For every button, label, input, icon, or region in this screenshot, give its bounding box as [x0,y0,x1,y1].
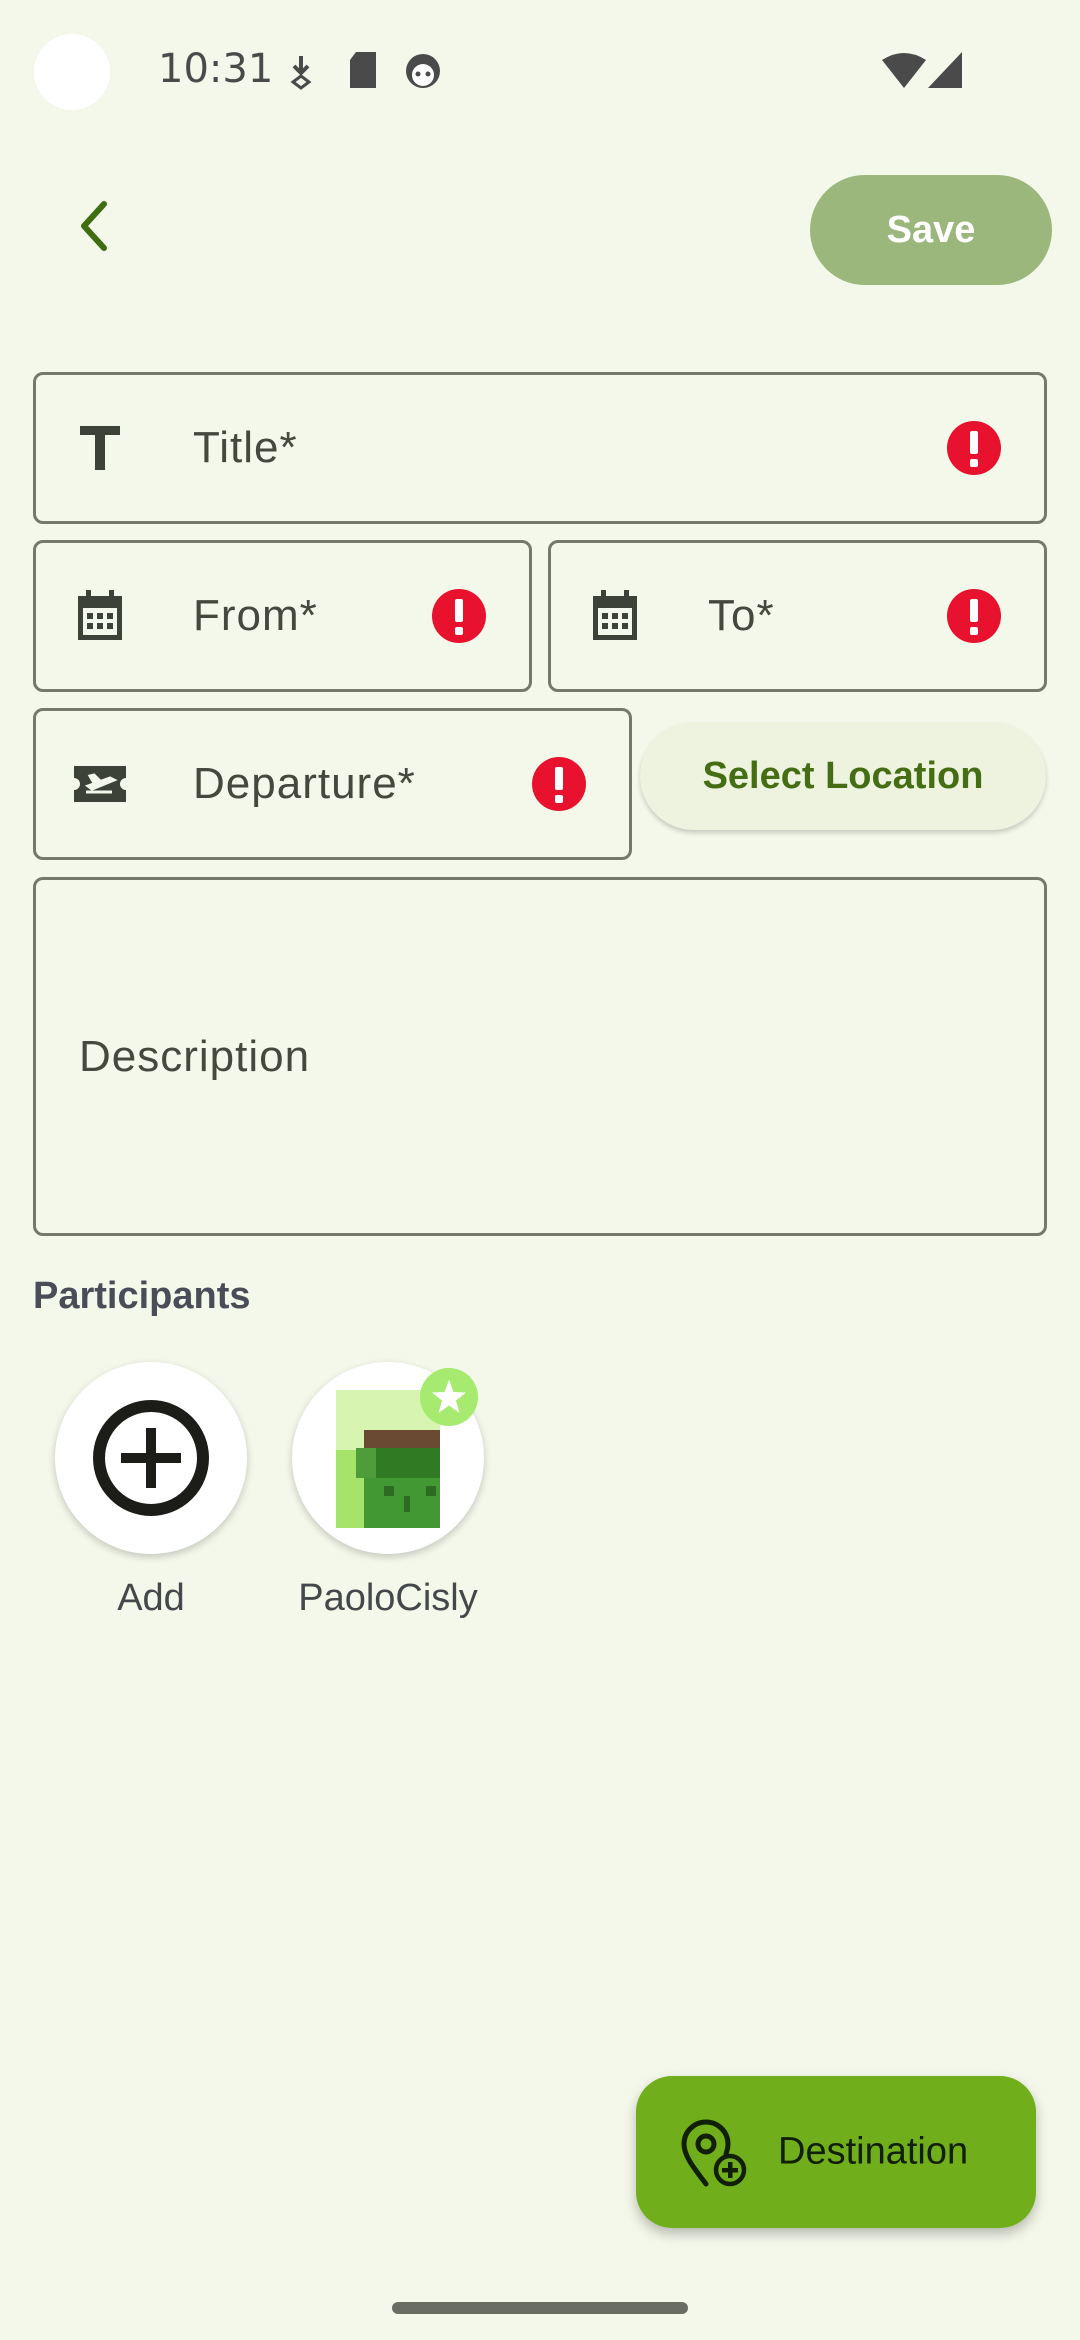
back-button[interactable] [60,190,132,262]
calendar-icon [78,590,122,640]
robot-face-icon [406,54,440,88]
participant-name: Add [117,1577,185,1619]
home-indicator[interactable] [392,2302,688,2314]
download-arrow-icon [290,56,312,90]
sd-card-icon [350,52,376,88]
from-date-field[interactable]: From* [33,540,532,692]
participant-name: PaoloCisly [298,1577,478,1619]
add-location-icon [681,2119,747,2187]
description-field[interactable]: Description [33,877,1047,1236]
title-field[interactable]: Title* [33,372,1047,524]
status-time: 10:31 [158,46,274,92]
error-icon [947,421,1001,475]
to-field-label: To* [708,591,775,640]
departure-field[interactable]: Departure* [33,708,632,860]
chevron-left-icon [81,201,107,251]
error-icon [432,589,486,643]
camera-cutout [34,34,110,110]
star-icon [420,1368,478,1426]
flight-takeoff-icon [74,766,126,802]
error-icon [532,757,586,811]
calendar-icon [593,590,637,640]
participants-title: Participants [33,1275,251,1317]
cell-signal-icon [928,52,962,88]
title-field-label: Title* [193,423,298,472]
departure-field-label: Departure* [193,759,416,808]
save-button[interactable]: Save [810,175,1052,285]
to-date-field[interactable]: To* [548,540,1047,692]
participant-item[interactable]: PaoloCisly [292,1362,484,1619]
from-field-label: From* [193,591,318,640]
add-destination-fab[interactable]: Destination [636,2076,1036,2228]
wifi-icon [882,53,926,88]
status-bar: 10:31 [0,0,1080,140]
add-avatar [55,1362,247,1554]
description-field-label: Description [79,1031,311,1081]
add-circle-icon [93,1400,209,1516]
text-format-icon [80,426,120,470]
add-participant-button[interactable]: Add [55,1362,247,1619]
error-icon [947,589,1001,643]
avatar [292,1362,484,1554]
select-location-button[interactable]: Select Location [640,722,1046,830]
fab-label: Destination [778,2130,969,2173]
